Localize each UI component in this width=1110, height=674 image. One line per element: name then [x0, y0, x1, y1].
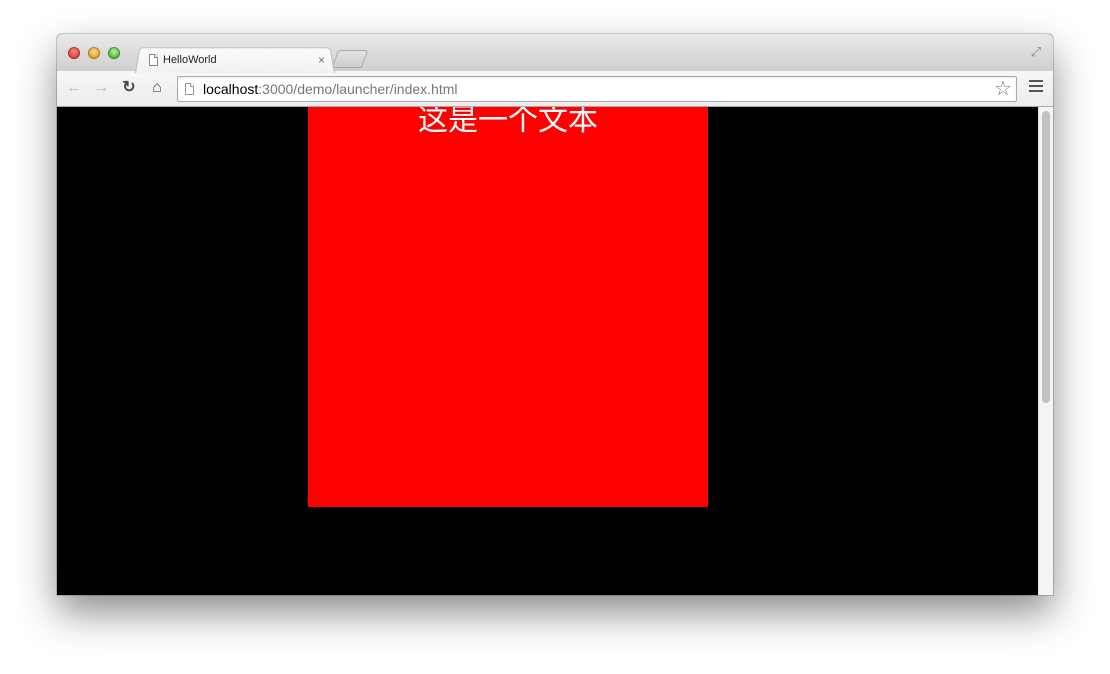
browser-window: HelloWorld × ⤢ ← → ↻ ⌂ localhost :3000/d…	[57, 34, 1053, 595]
reload-icon[interactable]: ↻	[119, 78, 139, 98]
new-tab-button[interactable]	[331, 50, 369, 68]
tab-title: HelloWorld	[163, 54, 217, 66]
tab-strip: HelloWorld × ⤢	[57, 34, 1053, 73]
menu-icon[interactable]	[1029, 80, 1043, 96]
address-bar[interactable]: localhost :3000/demo/launcher/index.html…	[177, 76, 1017, 102]
url-host: localhost	[203, 81, 259, 97]
close-window-icon[interactable]	[68, 47, 80, 59]
box-text: 这是一个文本	[418, 107, 598, 138]
back-arrow-icon[interactable]: ←	[64, 78, 84, 98]
page-icon	[185, 83, 194, 95]
toolbar: ← → ↻ ⌂ localhost :3000/demo/launcher/in…	[57, 71, 1053, 107]
minimize-window-icon[interactable]	[88, 47, 100, 59]
page-icon	[149, 54, 158, 66]
tab-content: HelloWorld ×	[149, 50, 329, 70]
tab-close-button[interactable]: ×	[318, 53, 325, 67]
page-viewport: 这是一个文本	[57, 107, 1038, 595]
vertical-scrollbar[interactable]	[1038, 107, 1053, 595]
home-icon[interactable]: ⌂	[147, 78, 167, 98]
zoom-window-icon[interactable]	[108, 47, 120, 59]
bookmark-star-icon[interactable]: ☆	[992, 78, 1014, 100]
fullscreen-icon[interactable]: ⤢	[1029, 45, 1043, 59]
forward-arrow-icon[interactable]: →	[91, 78, 111, 98]
red-box: 这是一个文本	[308, 107, 708, 507]
url-path: :3000/demo/launcher/index.html	[258, 81, 458, 97]
scrollbar-thumb[interactable]	[1042, 111, 1050, 403]
